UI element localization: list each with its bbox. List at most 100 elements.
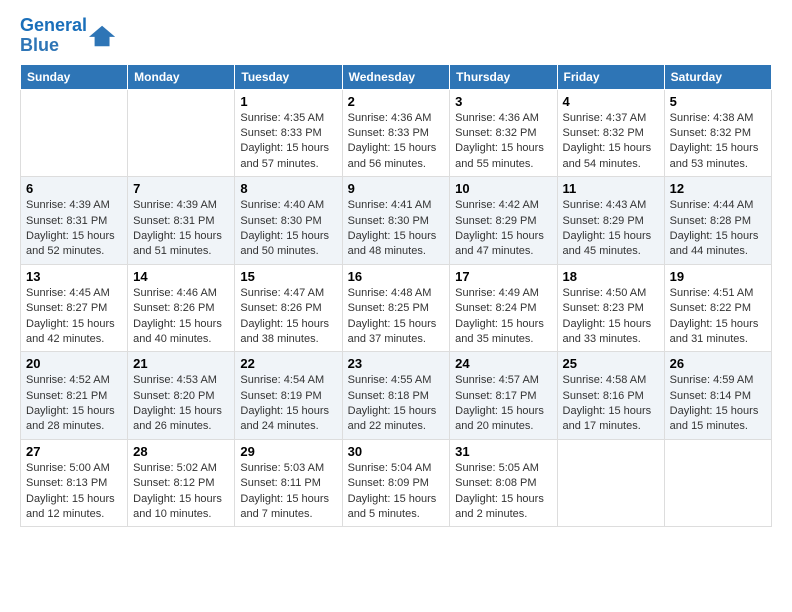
calendar-week-row: 6 Sunrise: 4:39 AM Sunset: 8:31 PM Daylig… xyxy=(21,177,772,265)
day-info: Sunrise: 4:47 AM Sunset: 8:26 PM Dayligh… xyxy=(240,286,336,348)
day-number: 18 xyxy=(563,269,659,284)
day-number: 26 xyxy=(670,356,766,371)
day-info: Sunrise: 4:44 AM Sunset: 8:28 PM Dayligh… xyxy=(670,198,766,260)
logo: GeneralBlue xyxy=(20,16,117,56)
day-info: Sunrise: 4:46 AM Sunset: 8:26 PM Dayligh… xyxy=(133,286,229,348)
calendar-week-row: 13 Sunrise: 4:45 AM Sunset: 8:27 PM Dayli… xyxy=(21,264,772,352)
day-info: Sunrise: 4:54 AM Sunset: 8:19 PM Dayligh… xyxy=(240,373,336,435)
day-number: 10 xyxy=(455,181,551,196)
day-info: Sunrise: 4:45 AM Sunset: 8:27 PM Dayligh… xyxy=(26,286,122,348)
calendar-cell: 4Sunrise: 4:37 AM Sunset: 8:32 PM Daylig… xyxy=(557,89,664,177)
calendar-cell: 16Sunrise: 4:48 AM Sunset: 8:25 PM Dayli… xyxy=(342,264,450,352)
calendar-cell: 31 Sunrise: 5:05 AM Sunset: 8:08 PM Dayli… xyxy=(450,439,557,527)
calendar-cell: 18 Sunrise: 4:50 AM Sunset: 8:23 PM Dayli… xyxy=(557,264,664,352)
day-number: 21 xyxy=(133,356,229,371)
weekday-label: Tuesday xyxy=(235,64,342,89)
calendar-cell: 24Sunrise: 4:57 AM Sunset: 8:17 PM Dayli… xyxy=(450,352,557,440)
calendar-cell: 23 Sunrise: 4:55 AM Sunset: 8:18 PM Dayli… xyxy=(342,352,450,440)
calendar-cell: 8 Sunrise: 4:40 AM Sunset: 8:30 PM Daylig… xyxy=(235,177,342,265)
page-header: GeneralBlue xyxy=(20,16,772,56)
logo-text: GeneralBlue xyxy=(20,16,87,56)
day-number: 7 xyxy=(133,181,229,196)
day-number: 8 xyxy=(240,181,336,196)
calendar-cell: 12 Sunrise: 4:44 AM Sunset: 8:28 PM Dayli… xyxy=(664,177,771,265)
day-info: Sunrise: 4:53 AM Sunset: 8:20 PM Dayligh… xyxy=(133,373,229,435)
day-number: 31 xyxy=(455,444,551,459)
day-info: Sunrise: 4:40 AM Sunset: 8:30 PM Dayligh… xyxy=(240,198,336,260)
day-info: Sunrise: 4:42 AM Sunset: 8:29 PM Dayligh… xyxy=(455,198,551,260)
weekday-header-row: SundayMondayTuesdayWednesdayThursdayFrid… xyxy=(21,64,772,89)
calendar-cell: 1Sunrise: 4:35 AM Sunset: 8:33 PM Daylig… xyxy=(235,89,342,177)
day-info: Sunrise: 4:55 AM Sunset: 8:18 PM Dayligh… xyxy=(348,373,445,435)
calendar-cell: 14 Sunrise: 4:46 AM Sunset: 8:26 PM Dayli… xyxy=(128,264,235,352)
day-number: 20 xyxy=(26,356,122,371)
calendar-cell: 9 Sunrise: 4:41 AM Sunset: 8:30 PM Daylig… xyxy=(342,177,450,265)
day-info: Sunrise: 5:05 AM Sunset: 8:08 PM Dayligh… xyxy=(455,461,551,523)
weekday-label: Sunday xyxy=(21,64,128,89)
day-info: Sunrise: 4:50 AM Sunset: 8:23 PM Dayligh… xyxy=(563,286,659,348)
day-info: Sunrise: 5:00 AM Sunset: 8:13 PM Dayligh… xyxy=(26,461,122,523)
day-number: 29 xyxy=(240,444,336,459)
day-number: 11 xyxy=(563,181,659,196)
day-number: 9 xyxy=(348,181,445,196)
day-number: 19 xyxy=(670,269,766,284)
day-info: Sunrise: 4:51 AM Sunset: 8:22 PM Dayligh… xyxy=(670,286,766,348)
weekday-label: Wednesday xyxy=(342,64,450,89)
day-info: Sunrise: 4:35 AM Sunset: 8:33 PM Dayligh… xyxy=(240,111,336,173)
calendar-cell: 28 Sunrise: 5:02 AM Sunset: 8:12 PM Dayli… xyxy=(128,439,235,527)
day-number: 13 xyxy=(26,269,122,284)
calendar-cell xyxy=(557,439,664,527)
calendar-cell: 11Sunrise: 4:43 AM Sunset: 8:29 PM Dayli… xyxy=(557,177,664,265)
calendar-week-row: 1Sunrise: 4:35 AM Sunset: 8:33 PM Daylig… xyxy=(21,89,772,177)
day-number: 27 xyxy=(26,444,122,459)
calendar-cell: 2 Sunrise: 4:36 AM Sunset: 8:33 PM Daylig… xyxy=(342,89,450,177)
day-info: Sunrise: 5:03 AM Sunset: 8:11 PM Dayligh… xyxy=(240,461,336,523)
day-info: Sunrise: 4:36 AM Sunset: 8:33 PM Dayligh… xyxy=(348,111,445,173)
day-number: 2 xyxy=(348,94,445,109)
calendar-week-row: 27 Sunrise: 5:00 AM Sunset: 8:13 PM Dayli… xyxy=(21,439,772,527)
day-number: 17 xyxy=(455,269,551,284)
day-info: Sunrise: 5:02 AM Sunset: 8:12 PM Dayligh… xyxy=(133,461,229,523)
day-number: 3 xyxy=(455,94,551,109)
calendar-cell: 19 Sunrise: 4:51 AM Sunset: 8:22 PM Dayli… xyxy=(664,264,771,352)
calendar-cell: 5 Sunrise: 4:38 AM Sunset: 8:32 PM Daylig… xyxy=(664,89,771,177)
day-info: Sunrise: 4:58 AM Sunset: 8:16 PM Dayligh… xyxy=(563,373,659,435)
calendar-cell: 15 Sunrise: 4:47 AM Sunset: 8:26 PM Dayli… xyxy=(235,264,342,352)
day-number: 23 xyxy=(348,356,445,371)
day-number: 14 xyxy=(133,269,229,284)
calendar-cell xyxy=(128,89,235,177)
calendar-cell: 20 Sunrise: 4:52 AM Sunset: 8:21 PM Dayli… xyxy=(21,352,128,440)
day-number: 5 xyxy=(670,94,766,109)
calendar-cell: 26 Sunrise: 4:59 AM Sunset: 8:14 PM Dayli… xyxy=(664,352,771,440)
calendar-cell: 6 Sunrise: 4:39 AM Sunset: 8:31 PM Daylig… xyxy=(21,177,128,265)
weekday-label: Saturday xyxy=(664,64,771,89)
day-info: Sunrise: 4:41 AM Sunset: 8:30 PM Dayligh… xyxy=(348,198,445,260)
day-info: Sunrise: 4:37 AM Sunset: 8:32 PM Dayligh… xyxy=(563,111,659,173)
day-number: 25 xyxy=(563,356,659,371)
day-number: 30 xyxy=(348,444,445,459)
day-number: 16 xyxy=(348,269,445,284)
calendar-table: SundayMondayTuesdayWednesdayThursdayFrid… xyxy=(20,64,772,528)
day-info: Sunrise: 4:59 AM Sunset: 8:14 PM Dayligh… xyxy=(670,373,766,435)
calendar-cell: 27 Sunrise: 5:00 AM Sunset: 8:13 PM Dayli… xyxy=(21,439,128,527)
day-number: 28 xyxy=(133,444,229,459)
calendar-cell xyxy=(664,439,771,527)
calendar-cell: 3 Sunrise: 4:36 AM Sunset: 8:32 PM Daylig… xyxy=(450,89,557,177)
day-info: Sunrise: 4:38 AM Sunset: 8:32 PM Dayligh… xyxy=(670,111,766,173)
day-info: Sunrise: 4:49 AM Sunset: 8:24 PM Dayligh… xyxy=(455,286,551,348)
calendar-week-row: 20 Sunrise: 4:52 AM Sunset: 8:21 PM Dayli… xyxy=(21,352,772,440)
calendar-cell: 30Sunrise: 5:04 AM Sunset: 8:09 PM Dayli… xyxy=(342,439,450,527)
day-number: 15 xyxy=(240,269,336,284)
day-number: 22 xyxy=(240,356,336,371)
calendar-cell: 10 Sunrise: 4:42 AM Sunset: 8:29 PM Dayli… xyxy=(450,177,557,265)
weekday-label: Monday xyxy=(128,64,235,89)
weekday-label: Friday xyxy=(557,64,664,89)
calendar-cell: 22 Sunrise: 4:54 AM Sunset: 8:19 PM Dayli… xyxy=(235,352,342,440)
day-info: Sunrise: 4:39 AM Sunset: 8:31 PM Dayligh… xyxy=(133,198,229,260)
day-info: Sunrise: 4:36 AM Sunset: 8:32 PM Dayligh… xyxy=(455,111,551,173)
day-number: 12 xyxy=(670,181,766,196)
calendar-body: 1Sunrise: 4:35 AM Sunset: 8:33 PM Daylig… xyxy=(21,89,772,527)
day-number: 6 xyxy=(26,181,122,196)
day-info: Sunrise: 4:39 AM Sunset: 8:31 PM Dayligh… xyxy=(26,198,122,260)
day-info: Sunrise: 4:52 AM Sunset: 8:21 PM Dayligh… xyxy=(26,373,122,435)
